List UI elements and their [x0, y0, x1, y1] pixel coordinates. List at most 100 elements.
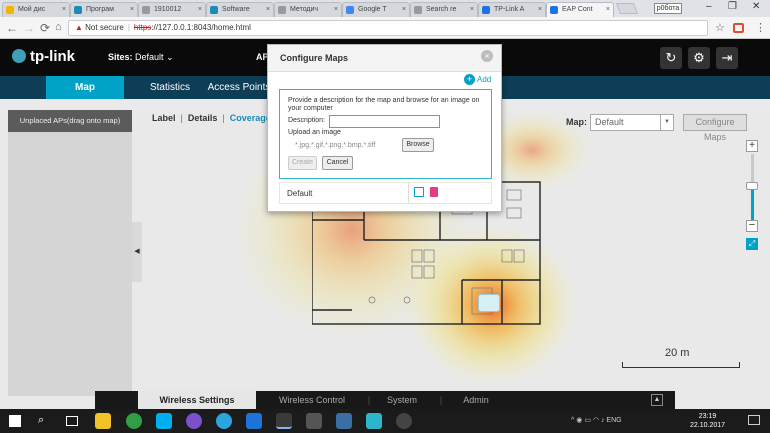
map-select-label: Map:: [566, 117, 587, 127]
close-icon[interactable]: ×: [62, 3, 66, 17]
clock-date: 22.10.2017: [690, 422, 726, 429]
reload-icon[interactable]: ⟳: [40, 21, 50, 35]
dialog-title: Configure Maps: [268, 45, 501, 72]
tab-coverage[interactable]: Coverage: [230, 113, 271, 123]
unplaced-aps-panel: Unplaced APs(drag onto map): [8, 110, 132, 396]
separator: |: [367, 395, 371, 405]
close-icon[interactable]: ×: [538, 3, 542, 17]
new-map-form: Provide a description for the map and br…: [279, 89, 492, 179]
zoom-out-button[interactable]: −: [746, 220, 758, 232]
gear-icon[interactable]: ⚙: [688, 47, 710, 69]
browser-tab[interactable]: Мой дис ×: [2, 2, 70, 17]
tab-admin[interactable]: Admin: [451, 391, 501, 409]
access-point-icon[interactable]: [478, 294, 500, 312]
close-icon[interactable]: ×: [198, 3, 202, 17]
url-scheme: https: [133, 23, 152, 32]
tab-favicon-icon: [278, 6, 286, 14]
cancel-button[interactable]: Cancel: [322, 156, 353, 170]
viber-icon[interactable]: [186, 413, 202, 429]
browser-tab[interactable]: Методич ×: [274, 2, 342, 17]
network-icon[interactable]: ◉: [576, 417, 582, 424]
maximize-icon[interactable]: ❐: [728, 1, 737, 12]
zoom-in-button[interactable]: +: [746, 140, 758, 152]
search-icon[interactable]: ⌕: [38, 414, 44, 427]
address-bar[interactable]: ▲ Not secure | https://127.0.0.1:8043/home…: [68, 20, 708, 36]
bottom-settings-bar: Wireless Settings Wireless Control | Sys…: [95, 391, 675, 409]
trash-icon[interactable]: [430, 187, 438, 197]
file-explorer-icon[interactable]: [95, 413, 111, 429]
tools-icon[interactable]: [366, 413, 382, 429]
configure-maps-button[interactable]: Configure Maps: [683, 114, 747, 142]
language-indicator[interactable]: ENG: [606, 417, 621, 424]
browse-button[interactable]: Browse: [402, 138, 434, 152]
tab-details[interactable]: Details: [188, 113, 218, 123]
task-view-icon[interactable]: [66, 416, 78, 426]
battery-icon[interactable]: ▭: [584, 417, 591, 424]
nav-access-points[interactable]: Access Points: [205, 76, 273, 99]
wifi-icon[interactable]: ◠: [593, 417, 599, 424]
close-icon[interactable]: ×: [334, 3, 338, 17]
skype-icon[interactable]: [156, 413, 172, 429]
close-window-icon[interactable]: ✕: [752, 1, 760, 12]
nav-statistics[interactable]: Statistics: [135, 76, 205, 99]
expand-icon[interactable]: ▲: [651, 394, 663, 406]
minimize-icon[interactable]: –: [706, 1, 712, 12]
close-icon[interactable]: ×: [402, 3, 406, 17]
browser-tab[interactable]: 1910012 ×: [138, 2, 206, 17]
volume-icon[interactable]: ♪: [601, 417, 605, 424]
upload-label: Upload an image: [288, 129, 341, 136]
new-tab-button[interactable]: [615, 3, 639, 14]
refresh-icon[interactable]: ↻: [660, 47, 682, 69]
fit-map-icon[interactable]: ⤢: [746, 238, 758, 250]
add-label: Add: [477, 75, 492, 84]
add-map-button[interactable]: + Add: [464, 74, 491, 85]
telegram-icon[interactable]: [216, 413, 232, 429]
forward-icon[interactable]: →: [23, 21, 35, 35]
game-icon[interactable]: [396, 413, 412, 429]
collapse-panel-button[interactable]: ◀: [132, 222, 142, 282]
logout-icon[interactable]: ⇥: [716, 47, 738, 69]
tab-wireless-control[interactable]: Wireless Control: [267, 391, 357, 409]
close-icon[interactable]: ×: [130, 3, 134, 17]
back-icon[interactable]: ←: [6, 21, 18, 35]
map-select[interactable]: Default ▼: [590, 114, 674, 131]
tab-system[interactable]: System: [377, 391, 427, 409]
browser-tab-active[interactable]: EAP Cont ×: [546, 2, 614, 17]
browser-tab[interactable]: Програм ×: [70, 2, 138, 17]
nav-map[interactable]: Map: [46, 76, 124, 99]
terminal-icon[interactable]: [306, 413, 322, 429]
chrome-active-icon[interactable]: [276, 413, 292, 429]
zoom-slider-handle[interactable]: [746, 182, 758, 190]
close-icon[interactable]: ×: [606, 3, 610, 17]
chrome-icon[interactable]: [126, 413, 142, 429]
edge-icon[interactable]: [246, 413, 262, 429]
browser-tab[interactable]: Search re ×: [410, 2, 478, 17]
close-icon[interactable]: ×: [470, 3, 474, 17]
description-input[interactable]: [329, 115, 440, 128]
profile-button[interactable]: р0бота: [654, 3, 682, 14]
tab-wireless-settings[interactable]: Wireless Settings: [138, 391, 256, 409]
windows-start-icon[interactable]: [9, 415, 21, 427]
chevron-down-icon: ▼: [660, 115, 673, 130]
map-list-row[interactable]: Default: [279, 182, 492, 204]
taskbar-clock[interactable]: 23:19 22.10.2017: [690, 412, 725, 430]
app-window-icon[interactable]: [336, 413, 352, 429]
edit-icon[interactable]: [414, 187, 424, 197]
star-icon[interactable]: ☆: [715, 21, 725, 34]
create-button[interactable]: Create: [288, 156, 317, 170]
menu-icon[interactable]: ⋮: [755, 21, 766, 34]
close-icon[interactable]: ×: [266, 3, 270, 17]
notification-icon[interactable]: [748, 415, 760, 425]
site-selector[interactable]: Sites: Default ⌄: [108, 52, 174, 63]
tab-label[interactable]: Label: [152, 113, 176, 123]
browser-tab[interactable]: TP-Link A ×: [478, 2, 546, 17]
browser-tab-strip: Мой дис × Програм × 1910012 × Software × Мет…: [0, 0, 770, 17]
tab-favicon-icon: [210, 6, 218, 14]
tray-chevron-icon[interactable]: ^: [571, 417, 574, 424]
separator: [408, 183, 409, 203]
browser-tab[interactable]: Software ×: [206, 2, 274, 17]
home-icon[interactable]: ⌂: [55, 21, 62, 33]
close-icon[interactable]: ×: [481, 50, 493, 62]
browser-tab[interactable]: Google T ×: [342, 2, 410, 17]
extension-icon[interactable]: [733, 23, 744, 33]
